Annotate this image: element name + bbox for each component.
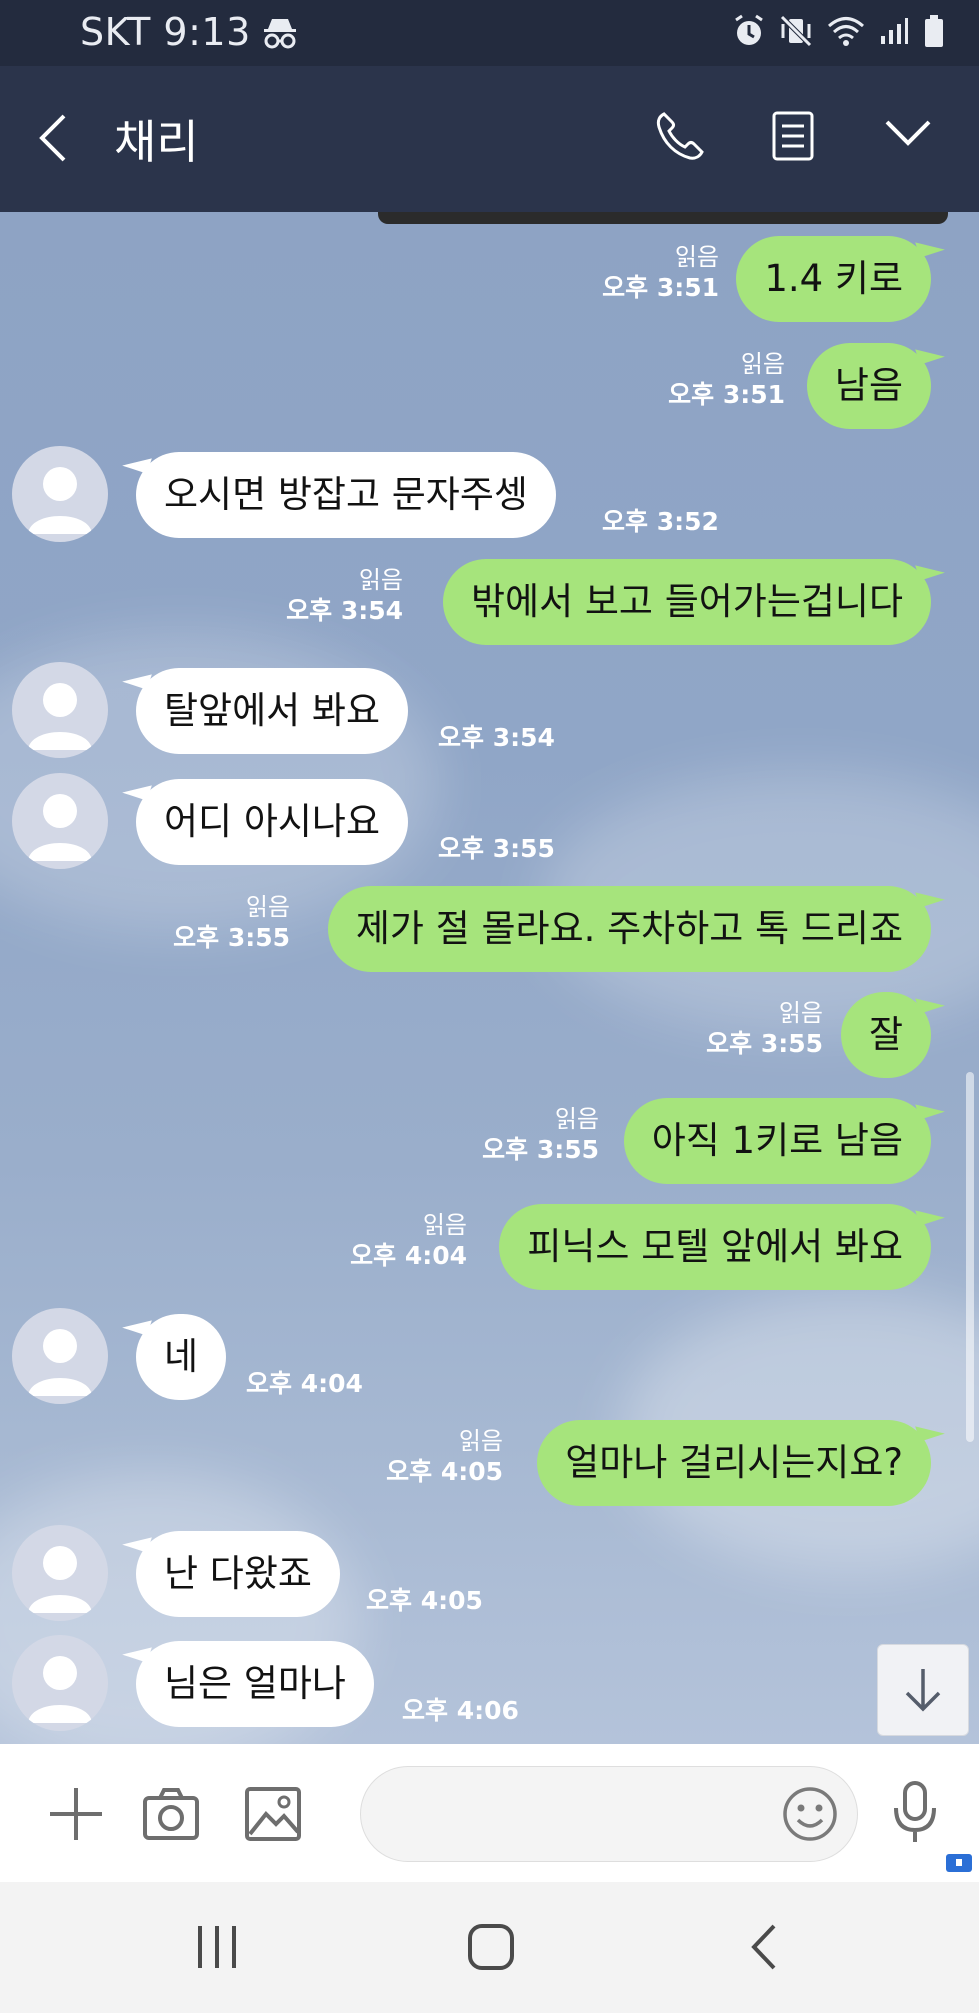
avatar[interactable] [12,773,108,869]
system-navigation-bar [0,1882,979,2013]
message-meta: 읽음 오후 3:55 [706,998,823,1060]
menu-icon[interactable] [770,110,816,166]
scroll-to-bottom-button[interactable] [877,1644,969,1736]
message-meta: 읽음 오후 3:51 [668,349,785,411]
incoming-message[interactable]: 어디 아시나요 [136,779,409,865]
message-meta: 읽음 오후 3:55 [482,1104,599,1166]
message-time: 오후 3:55 [706,1029,823,1058]
message-time: 오후 3:54 [438,723,555,752]
plus-icon[interactable] [48,1786,104,1846]
message-meta: 읽음 오후 3:55 [173,892,290,954]
recent-apps-icon[interactable] [194,1922,240,1976]
read-receipt: 읽음 [740,350,785,378]
read-receipt: 읽음 [778,999,823,1027]
vibrate-off-icon [779,14,813,52]
nav-back-icon[interactable] [746,1922,780,1976]
read-receipt: 읽음 [554,1105,599,1133]
message-time: 오후 3:51 [668,380,785,409]
scrollbar-handle[interactable] [966,1072,974,1442]
clock: 9:13 [163,10,251,54]
message-meta: 읽음 오후 3:51 [602,242,719,304]
message-time: 오후 3:55 [173,923,290,952]
chevron-down-icon[interactable] [884,118,932,152]
outgoing-message[interactable]: 남음 [806,343,931,429]
message-input[interactable] [360,1766,858,1862]
message-time: 오후 3:55 [438,834,555,863]
back-icon[interactable] [36,112,70,168]
read-receipt: 읽음 [358,566,403,594]
avatar[interactable] [12,446,108,542]
incognito-icon [262,16,298,54]
message-time: 오후 3:52 [602,507,719,536]
outgoing-message[interactable]: 피닉스 모텔 앞에서 봐요 [499,1204,931,1290]
arrow-down-icon [901,1665,945,1719]
chat-area[interactable]: 읽음 오후 3:51 1.4 키로 읽음 오후 3:51 남음 오시면 방잡고 … [0,212,979,1744]
outgoing-message[interactable]: 제가 절 몰라요. 주차하고 톡 드리죠 [327,886,931,972]
message-time: 오후 4:04 [350,1241,467,1270]
outgoing-message[interactable]: 아직 1키로 남음 [623,1098,931,1184]
message-time: 오후 4:06 [402,1696,519,1725]
read-receipt: 읽음 [422,1211,467,1239]
home-icon[interactable] [466,1922,516,1976]
avatar[interactable] [12,1525,108,1621]
wifi-icon [827,15,865,51]
message-time: 오후 3:54 [286,596,403,625]
avatar[interactable] [12,1308,108,1404]
previous-image-edge [378,212,948,224]
camera-icon[interactable] [142,1786,200,1846]
incoming-message[interactable]: 네 [136,1314,227,1400]
message-meta: 읽음 오후 4:04 [350,1210,467,1272]
read-receipt: 읽음 [674,243,719,271]
carrier-label: SKT [80,10,151,54]
message-time: 오후 4:05 [386,1457,503,1486]
outgoing-message[interactable]: 잘 [840,992,931,1078]
emoji-icon[interactable] [781,1785,839,1847]
avatar[interactable] [12,662,108,758]
message-input-bar [0,1744,979,1882]
message-meta: 읽음 오후 3:54 [286,565,403,627]
read-receipt: 읽음 [458,1427,503,1455]
alarm-icon [733,14,765,52]
message-meta: 읽음 오후 4:05 [386,1426,503,1488]
message-time: 오후 4:05 [366,1586,483,1615]
status-carrier-time: SKT 9:13 [80,10,251,54]
battery-icon [923,14,945,52]
mic-icon[interactable] [892,1780,938,1848]
incoming-message[interactable]: 난 다왔죠 [136,1531,340,1617]
message-time: 오후 4:04 [246,1369,363,1398]
status-bar: SKT 9:13 [0,0,979,66]
chat-title: 채리 [114,115,199,169]
phone-icon[interactable] [654,110,706,166]
avatar[interactable] [12,1635,108,1731]
message-time: 오후 3:51 [602,273,719,302]
message-time: 오후 3:55 [482,1135,599,1164]
incoming-message[interactable]: 오시면 방잡고 문자주셍 [136,452,556,538]
outgoing-message[interactable]: 얼마나 걸리시는지요? [537,1420,931,1506]
lock-badge-icon [944,1850,974,1878]
outgoing-message[interactable]: 밖에서 보고 들어가는겁니다 [442,559,931,645]
image-icon[interactable] [244,1786,302,1846]
incoming-message[interactable]: 님은 얼마나 [136,1641,374,1727]
incoming-message[interactable]: 탈앞에서 봐요 [136,668,409,754]
signal-icon [879,16,909,50]
chat-header: 채리 [0,66,979,212]
outgoing-message[interactable]: 1.4 키로 [736,236,931,322]
read-receipt: 읽음 [245,893,290,921]
